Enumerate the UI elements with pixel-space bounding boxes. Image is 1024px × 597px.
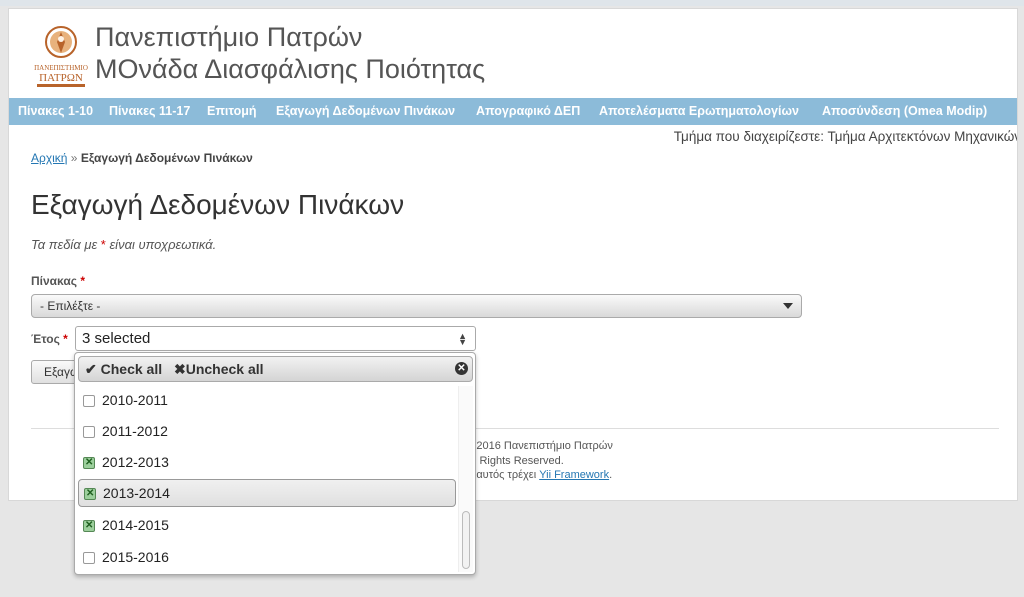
uncheck-all-button[interactable]: ✖Uncheck all <box>174 357 264 381</box>
table-select[interactable]: - Επιλέξτε - <box>31 294 802 318</box>
svg-text:ΠΑΝΕΠΙΣΤΗΜΙΟ: ΠΑΝΕΠΙΣΤΗΜΙΟ <box>34 64 88 72</box>
caret-down-icon <box>783 303 793 309</box>
year-multiselect-button[interactable]: 3 selected ▲ ▼ <box>75 326 476 351</box>
option-label: 2013-2014 <box>103 485 170 501</box>
x-icon: ✖ <box>174 361 186 377</box>
svg-text:ΠΑΤΡΩΝ: ΠΑΤΡΩΝ <box>39 72 83 84</box>
breadcrumb-separator: » <box>67 151 81 165</box>
year-option-2010-2011[interactable]: 2010-2011 <box>78 387 456 415</box>
nav-item-questionnaire-results[interactable]: Αποτελέσματα Ερωτηματολογίων <box>599 98 799 125</box>
required-note-after: είναι υποχρεωτικά. <box>105 237 217 252</box>
university-logo[interactable]: ΠΑΝΕΠΙΣΤΗΜΙΟ ΠΑΤΡΩΝ <box>31 23 91 91</box>
breadcrumb-current: Εξαγωγή Δεδομένων Πινάκων <box>80 151 253 165</box>
department-info: Τμήμα που διαχειρίζεστε: Τμήμα Αρχιτεκτό… <box>673 129 1018 144</box>
checkbox-unchecked-icon[interactable] <box>83 552 95 564</box>
university-seal-icon: ΠΑΝΕΠΙΣΤΗΜΙΟ ΠΑΤΡΩΝ <box>34 26 88 87</box>
check-all-label: Check all <box>100 361 163 377</box>
nav-item-tables-1-10[interactable]: Πίνακες 1-10 <box>18 98 93 125</box>
required-fields-note: Τα πεδία με * είναι υποχρεωτικά. <box>31 237 216 252</box>
check-all-button[interactable]: ✔ Check all <box>85 357 162 381</box>
year-required-star: * <box>63 332 68 346</box>
site-title-line-1: Πανεπιστήμιο Πατρών <box>95 22 363 52</box>
site-title-line-2: ΜΟνάδα Διασφάλισης Ποιότητας <box>95 54 486 84</box>
table-select-value: - Επιλέξτε - <box>40 299 101 313</box>
year-option-2013-2014[interactable]: 2013-2014 <box>78 479 456 507</box>
site-header: ΠΑΝΕΠΙΣΤΗΜΙΟ ΠΑΤΡΩΝ Πανεπιστήμιο Πατρών … <box>9 9 1017 98</box>
yii-framework-link[interactable]: Yii Framework <box>539 469 609 481</box>
option-label: 2012-2013 <box>102 454 169 470</box>
checkbox-unchecked-icon[interactable] <box>83 426 95 438</box>
table-field-label: Πίνακας * <box>31 274 85 288</box>
updown-arrows-icon: ▲ ▼ <box>458 331 467 347</box>
main-nav: Πίνακες 1-10 Πίνακες 11-17 Επιτομή Εξαγω… <box>9 98 1017 125</box>
breadcrumb-home-link[interactable]: Αρχική <box>31 151 67 165</box>
table-label-text: Πίνακας <box>31 274 77 288</box>
required-note-before: Τα πεδία με <box>31 237 101 252</box>
checkbox-unchecked-icon[interactable] <box>83 395 95 407</box>
nav-item-summary[interactable]: Επιτομή <box>207 98 257 125</box>
checkbox-checked-icon[interactable] <box>83 457 95 469</box>
year-multiselect-dropdown: ✔ Check all ✖Uncheck all ✕ 2010-2011 201… <box>74 352 476 575</box>
dropdown-scrollbar-thumb[interactable] <box>462 511 470 569</box>
uncheck-all-label: Uncheck all <box>185 361 264 377</box>
checkbox-checked-icon[interactable] <box>84 488 96 500</box>
nav-item-staff-census[interactable]: Απογραφικό ΔΕΠ <box>476 98 580 125</box>
nav-item-export-data[interactable]: Εξαγωγή Δεδομένων Πινάκων <box>276 98 455 125</box>
year-option-2011-2012[interactable]: 2011-2012 <box>78 418 456 446</box>
table-required-star: * <box>80 274 85 288</box>
year-option-2014-2015[interactable]: 2014-2015 <box>78 512 456 540</box>
page-title: Εξαγωγή Δεδομένων Πινάκων <box>31 189 405 220</box>
option-label: 2010-2011 <box>102 392 168 408</box>
option-label: 2014-2015 <box>102 517 169 533</box>
option-label: 2015-2016 <box>102 549 169 565</box>
year-selected-count: 3 selected <box>82 330 151 347</box>
check-icon: ✔ <box>85 361 97 377</box>
checkbox-checked-icon[interactable] <box>83 520 95 532</box>
browser-top-strip <box>0 0 1024 6</box>
year-field-label: Έτος * <box>31 332 68 346</box>
site-title: Πανεπιστήμιο Πατρών ΜΟνάδα Διασφάλισης Π… <box>95 21 485 85</box>
year-option-2015-2016[interactable]: 2015-2016 <box>78 544 456 572</box>
year-label-text: Έτος <box>31 332 60 346</box>
multiselect-header: ✔ Check all ✖Uncheck all ✕ <box>78 356 473 382</box>
nav-item-logout[interactable]: Αποσύνδεση (Omea Modip) <box>822 98 987 125</box>
footer-period: . <box>609 469 613 481</box>
breadcrumb: Αρχική » Εξαγωγή Δεδομένων Πινάκων <box>31 151 253 165</box>
year-option-2012-2013[interactable]: 2012-2013 <box>78 449 456 477</box>
nav-item-tables-11-17[interactable]: Πίνακες 11-17 <box>109 98 190 125</box>
option-label: 2011-2012 <box>102 423 168 439</box>
close-icon[interactable]: ✕ <box>455 362 468 375</box>
